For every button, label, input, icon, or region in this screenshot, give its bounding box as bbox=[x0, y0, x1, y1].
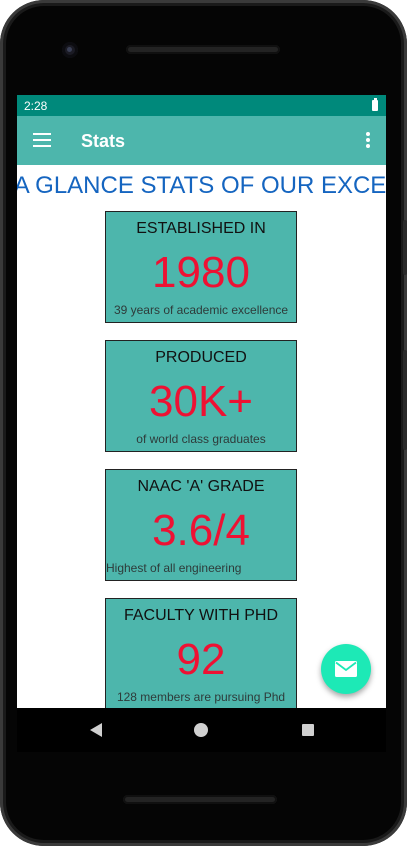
stat-card-subtitle: Highest of all engineering bbox=[106, 561, 242, 575]
stat-card-naac-grade: NAAC 'A' GRADE 3.6/4 Highest of all engi… bbox=[105, 469, 297, 581]
stat-card-produced: PRODUCED 30K+ of world class graduates bbox=[105, 340, 297, 452]
app-bar: Stats bbox=[17, 116, 386, 165]
marquee-text: AT A GLANCE STATS OF OUR EXCE bbox=[17, 172, 386, 199]
status-bar: 2:28 bbox=[17, 95, 386, 116]
stat-card-value: 1980 bbox=[152, 248, 250, 297]
email-fab-button[interactable] bbox=[321, 644, 371, 694]
stat-card-title: NAAC 'A' GRADE bbox=[137, 478, 265, 495]
stat-card-value: 92 bbox=[176, 635, 226, 684]
stat-card-subtitle: of world class graduates bbox=[136, 432, 266, 446]
stat-card-subtitle: 39 years of academic excellence bbox=[113, 303, 289, 317]
battery-icon bbox=[372, 98, 378, 111]
stat-card-value: 3.6/4 bbox=[152, 506, 250, 555]
home-icon[interactable] bbox=[194, 723, 208, 737]
marquee-banner: AT A GLANCE STATS OF OUR EXCE bbox=[17, 172, 386, 202]
front-camera bbox=[62, 42, 78, 58]
stat-card-title: FACULTY WITH PHD bbox=[123, 607, 279, 624]
mail-icon bbox=[335, 661, 357, 677]
stat-card-title: ESTABLISHED IN bbox=[136, 220, 266, 237]
recent-apps-icon[interactable] bbox=[302, 724, 314, 736]
status-time: 2:28 bbox=[24, 98, 48, 113]
back-icon[interactable] bbox=[89, 722, 103, 738]
stat-card-faculty-phd: FACULTY WITH PHD 92 128 members are purs… bbox=[105, 598, 297, 708]
more-vert-icon[interactable] bbox=[366, 132, 370, 148]
power-button bbox=[403, 220, 407, 275]
stat-card-established: ESTABLISHED IN 1980 39 years of academic… bbox=[105, 211, 297, 323]
earpiece-speaker bbox=[126, 45, 280, 54]
menu-icon[interactable] bbox=[33, 133, 51, 147]
stat-card-subtitle: 128 members are pursuing Phd bbox=[116, 690, 286, 704]
bottom-speaker bbox=[123, 795, 277, 804]
stat-card-value: 30K+ bbox=[149, 377, 253, 426]
volume-button bbox=[403, 350, 407, 450]
page-title: Stats bbox=[81, 131, 126, 151]
stat-card-title: PRODUCED bbox=[155, 349, 247, 366]
system-nav-bar bbox=[17, 708, 386, 752]
app-screen: 2:28 Stats AT A GLANCE STATS OF OUR EXCE… bbox=[17, 95, 386, 708]
